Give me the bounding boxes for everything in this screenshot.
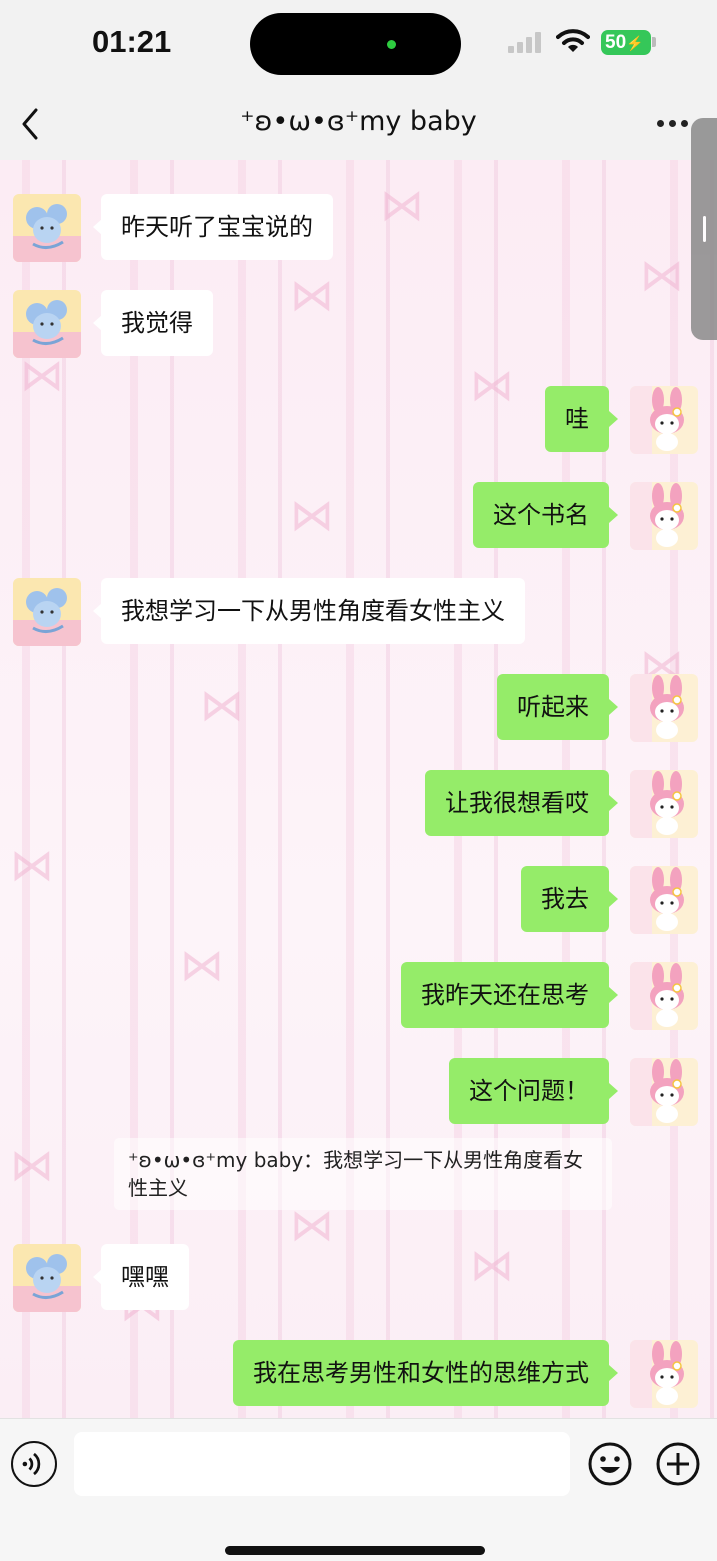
status-bar: 01:21 50⚡	[0, 0, 717, 90]
mouse-avatar-icon[interactable]	[13, 194, 81, 262]
battery-level: 50	[605, 32, 627, 53]
melody-avatar-icon[interactable]	[630, 482, 698, 550]
battery-tip	[652, 37, 656, 47]
sent-message: 我去	[521, 866, 698, 934]
sent-message: 让我很想看哎	[425, 770, 698, 838]
received-message: 昨天听了宝宝说的	[13, 194, 333, 262]
message-bubble[interactable]: 这个问题！	[449, 1058, 618, 1124]
sent-message: 我在思考男性和女性的思维方式	[233, 1340, 698, 1408]
cellular-signal-icon	[508, 31, 546, 53]
bow-decoration: ⋈	[10, 840, 54, 891]
message-bubble[interactable]: 我在思考男性和女性的思维方式	[233, 1340, 618, 1406]
melody-avatar-icon[interactable]	[630, 674, 698, 742]
message-bubble[interactable]: 让我很想看哎	[425, 770, 618, 836]
mouse-avatar-icon[interactable]	[13, 1244, 81, 1312]
melody-avatar-icon[interactable]	[630, 1058, 698, 1126]
message-bubble[interactable]: 我昨天还在思考	[401, 962, 618, 1028]
chat-header: ⁺ʚ•ω•ɞ⁺my baby	[0, 90, 717, 160]
bow-decoration: ⋈	[290, 270, 334, 321]
mouse-avatar-icon[interactable]	[13, 578, 81, 646]
bow-decoration: ⋈	[180, 940, 224, 991]
message-bubble[interactable]: 嘿嘿	[93, 1244, 189, 1310]
more-dots-icon[interactable]	[655, 120, 691, 130]
plus-icon[interactable]	[655, 1441, 701, 1487]
dynamic-island	[250, 13, 461, 75]
message-bubble[interactable]: 昨天听了宝宝说的	[93, 194, 333, 260]
melody-avatar-icon[interactable]	[630, 770, 698, 838]
message-bubble[interactable]: 哇	[545, 386, 618, 452]
message-bubble[interactable]: 我去	[521, 866, 618, 932]
bow-decoration: ⋈	[10, 1140, 54, 1191]
sent-message: 听起来	[497, 674, 698, 742]
bow-decoration: ⋈	[470, 360, 514, 411]
message-bubble[interactable]: 我想学习一下从男性角度看女性主义	[93, 578, 525, 644]
bow-decoration: ⋈	[200, 680, 244, 731]
bow-decoration: ⋈	[470, 1240, 514, 1291]
battery-icon: 50⚡	[601, 30, 651, 55]
sent-message: 这个书名	[473, 482, 698, 550]
message-bubble[interactable]: 听起来	[497, 674, 618, 740]
melody-avatar-icon[interactable]	[630, 386, 698, 454]
wifi-icon	[556, 29, 590, 52]
floating-scroll-handle[interactable]	[691, 118, 717, 340]
received-message: 我觉得	[13, 290, 213, 358]
message-bubble[interactable]: 我觉得	[93, 290, 213, 356]
home-indicator	[225, 1546, 485, 1555]
emoji-icon[interactable]	[587, 1441, 633, 1487]
voice-icon[interactable]	[11, 1441, 57, 1487]
message-input[interactable]	[74, 1432, 570, 1496]
melody-avatar-icon[interactable]	[630, 866, 698, 934]
mouse-avatar-icon[interactable]	[13, 290, 81, 358]
message-bubble[interactable]: 这个书名	[473, 482, 618, 548]
sent-message: 哇	[545, 386, 698, 454]
bow-decoration: ⋈	[640, 250, 684, 301]
input-bar	[0, 1418, 717, 1561]
chat-title: ⁺ʚ•ω•ɞ⁺my baby	[240, 106, 477, 137]
bow-decoration: ⋈	[380, 180, 424, 231]
sent-message: 我昨天还在思考	[401, 962, 698, 1030]
melody-avatar-icon[interactable]	[630, 1340, 698, 1408]
received-message: 嘿嘿	[13, 1244, 189, 1312]
melody-avatar-icon[interactable]	[630, 962, 698, 1030]
bow-decoration: ⋈	[290, 490, 334, 541]
quoted-message[interactable]: ⁺ʚ•ω•ɞ⁺my baby：我想学习一下从男性角度看女性主义	[114, 1138, 612, 1210]
received-message: 我想学习一下从男性角度看女性主义	[13, 578, 525, 646]
sent-message: 这个问题！	[449, 1058, 698, 1126]
status-time: 01:21	[92, 24, 172, 59]
camera-indicator-icon	[387, 40, 396, 49]
